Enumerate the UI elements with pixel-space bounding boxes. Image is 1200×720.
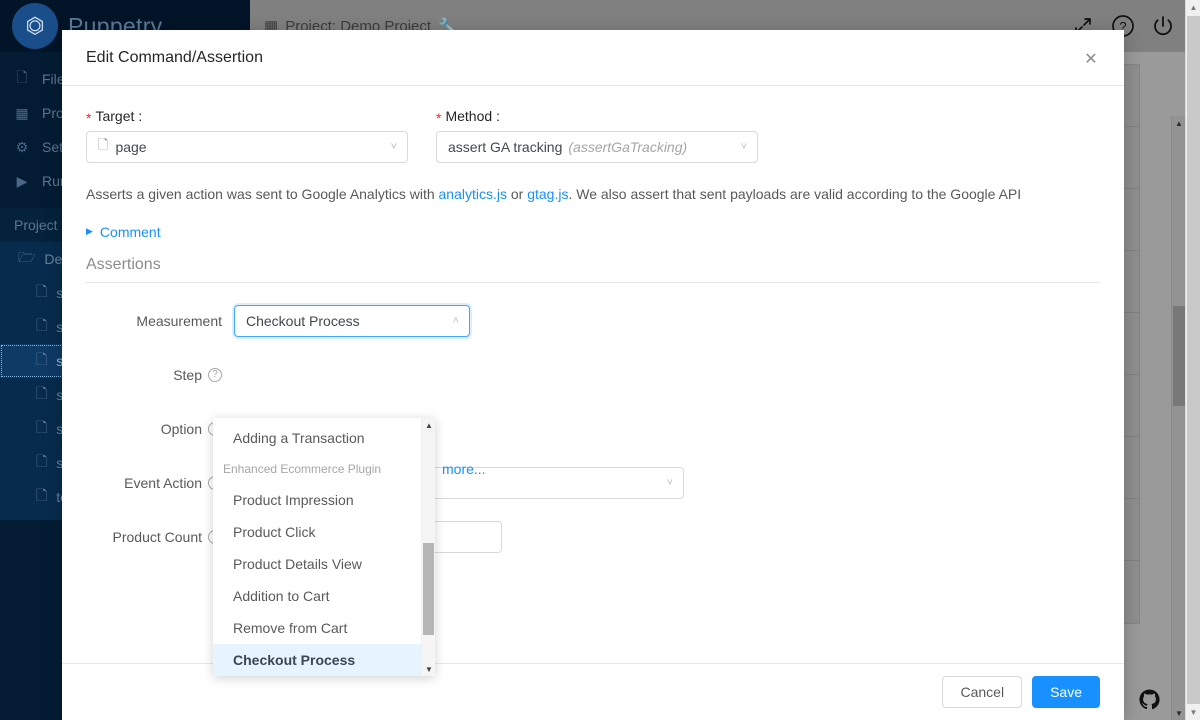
scroll-up-arrow-icon[interactable]: ▲ bbox=[422, 418, 436, 432]
file-icon: 🗋 bbox=[36, 485, 47, 509]
dropdown-option[interactable]: Remove from Cart bbox=[213, 612, 435, 644]
chevron-down-icon: ˅ bbox=[667, 477, 673, 489]
option-label: Option ? bbox=[86, 421, 234, 437]
edit-command-assertion-dialog: Edit Command/Assertion ✕ * Target : 🗋 pa… bbox=[62, 30, 1124, 720]
measurement-label-text: Measurement bbox=[136, 313, 222, 329]
file-icon: 🗋 bbox=[36, 281, 47, 305]
cancel-button[interactable]: Cancel bbox=[942, 676, 1022, 708]
scroll-up-arrow-icon[interactable]: ▲ bbox=[1172, 116, 1186, 130]
method-description: Asserts a given action was sent to Googl… bbox=[86, 185, 1100, 205]
close-icon[interactable]: ✕ bbox=[1080, 48, 1102, 70]
file-icon: 🗋 bbox=[36, 417, 47, 441]
measurement-select[interactable]: Checkout Process ˄ bbox=[234, 305, 470, 337]
dialog-body: * Target : 🗋 page ˅ * Method : bbox=[62, 86, 1124, 663]
board-icon: ▦ bbox=[14, 105, 30, 122]
file-icon: 🗋 bbox=[98, 136, 108, 158]
chevron-down-icon: ˅ bbox=[741, 141, 747, 153]
dropdown-option[interactable]: Product Details View bbox=[213, 548, 435, 580]
page-scrollbar[interactable]: ▲ ▼ bbox=[1185, 0, 1200, 720]
assertions-section-heading: Assertions bbox=[86, 256, 1100, 283]
dropdown-group-label: Enhanced Ecommerce Plugin bbox=[213, 454, 435, 484]
target-select-value: page bbox=[115, 139, 146, 155]
terminal-icon: ▶ bbox=[14, 173, 30, 190]
label-colon: : bbox=[138, 108, 142, 124]
chevron-up-icon: ˄ bbox=[453, 315, 459, 327]
measurement-select-value: Checkout Process bbox=[246, 313, 360, 329]
scroll-thumb[interactable] bbox=[1173, 306, 1185, 406]
description-prefix: Asserts a given action was sent to Googl… bbox=[86, 186, 439, 202]
analytics-js-link[interactable]: analytics.js bbox=[439, 186, 507, 202]
page-scroll-up-arrow-icon[interactable]: ▲ bbox=[1186, 0, 1200, 15]
method-field-group: * Method : assert GA tracking (assertGaT… bbox=[436, 108, 758, 163]
help-icon[interactable]: ? bbox=[208, 368, 222, 382]
option-label-text: Option bbox=[161, 421, 202, 437]
app-logo-icon: ⏣ bbox=[12, 3, 58, 49]
event-action-label: Event Action ? bbox=[86, 475, 234, 491]
scroll-down-arrow-icon[interactable]: ▼ bbox=[1172, 706, 1186, 720]
method-label: * Method : bbox=[436, 108, 758, 124]
dropdown-option[interactable]: Product Impression bbox=[213, 484, 435, 516]
file-icon: 🗋 bbox=[36, 451, 47, 475]
step-label-text: Step bbox=[173, 367, 202, 383]
gear-icon: ⚙ bbox=[14, 139, 30, 156]
target-field-group: * Target : 🗋 page ˅ bbox=[86, 108, 408, 163]
method-label-text: Method bbox=[445, 108, 492, 124]
folder-icon: 🗁 bbox=[18, 247, 35, 271]
dropdown-option[interactable]: Addition to Cart bbox=[213, 580, 435, 612]
product-count-label-text: Product Count bbox=[113, 529, 203, 545]
dropdown-option[interactable]: Adding a Transaction bbox=[213, 422, 435, 454]
dialog-title: Edit Command/Assertion bbox=[86, 49, 263, 67]
gtag-js-link[interactable]: gtag.js bbox=[527, 186, 568, 202]
comment-toggle-label: Comment bbox=[100, 224, 161, 240]
dropdown-scrollbar[interactable]: ▲ ▼ bbox=[421, 418, 435, 676]
method-select[interactable]: assert GA tracking (assertGaTracking) ˅ bbox=[436, 131, 758, 163]
scroll-thumb[interactable] bbox=[423, 543, 434, 635]
measurement-row: Measurement Checkout Process ˄ bbox=[86, 305, 1100, 337]
method-select-value: assert GA tracking bbox=[448, 139, 562, 155]
github-icon[interactable] bbox=[1136, 686, 1162, 712]
target-label-text: Target bbox=[95, 108, 134, 124]
dropdown-option[interactable]: Product Click bbox=[213, 516, 435, 548]
page-scroll-down-arrow-icon[interactable]: ▼ bbox=[1186, 705, 1200, 720]
triangle-right-icon: ▶ bbox=[86, 226, 93, 237]
target-select[interactable]: 🗋 page ˅ bbox=[86, 131, 408, 163]
required-mark: * bbox=[86, 111, 91, 125]
method-code-name: (assertGaTracking) bbox=[568, 139, 687, 155]
file-icon: 🗋 bbox=[14, 67, 30, 91]
scroll-down-arrow-icon[interactable]: ▼ bbox=[422, 662, 436, 676]
more-link[interactable]: more... bbox=[442, 461, 486, 477]
content-scrollbar[interactable]: ▲ ▼ bbox=[1171, 116, 1185, 720]
save-button[interactable]: Save bbox=[1032, 676, 1100, 708]
target-label: * Target : bbox=[86, 108, 408, 124]
page-scroll-thumb[interactable] bbox=[1187, 16, 1200, 704]
event-action-label-text: Event Action bbox=[124, 475, 202, 491]
file-icon: 🗋 bbox=[36, 315, 47, 339]
dropdown-option-selected[interactable]: Checkout Process bbox=[213, 644, 435, 676]
power-icon[interactable] bbox=[1150, 13, 1176, 39]
chevron-down-icon: ˅ bbox=[391, 141, 397, 153]
measurement-dropdown-menu: Adding a Transaction Enhanced Ecommerce … bbox=[213, 418, 435, 676]
required-mark: * bbox=[436, 111, 441, 125]
target-method-row: * Target : 🗋 page ˅ * Method : bbox=[86, 108, 1100, 163]
file-icon: 🗋 bbox=[36, 349, 47, 373]
measurement-label: Measurement bbox=[86, 313, 234, 329]
dialog-header: Edit Command/Assertion ✕ bbox=[62, 30, 1124, 86]
description-suffix: . We also assert that sent payloads are … bbox=[568, 186, 1021, 202]
description-mid: or bbox=[507, 186, 527, 202]
step-label: Step ? bbox=[86, 367, 234, 383]
label-colon: : bbox=[496, 108, 500, 124]
step-row: Step ? ˅ bbox=[86, 359, 1100, 391]
comment-toggle[interactable]: ▶ Comment bbox=[86, 224, 1100, 240]
file-icon: 🗋 bbox=[36, 383, 47, 407]
product-count-label: Product Count ? bbox=[86, 529, 234, 545]
